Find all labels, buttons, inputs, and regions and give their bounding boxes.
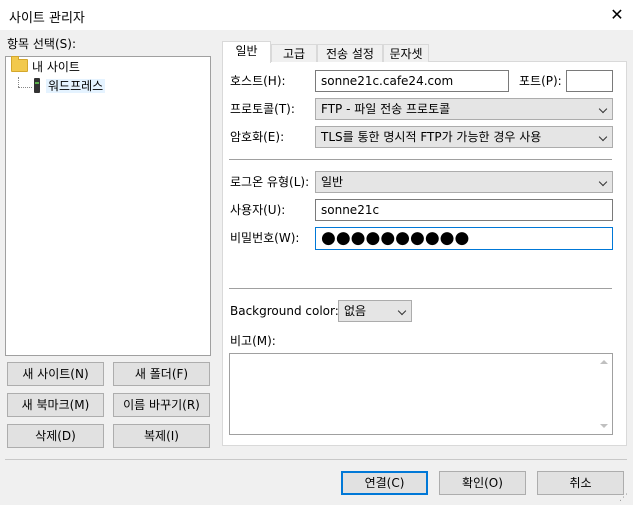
user-label: 사용자(U): xyxy=(230,203,286,217)
logon-type-value: 일반 xyxy=(321,175,344,189)
tree-item-my-sites[interactable]: 내 사이트 xyxy=(11,56,80,75)
tab-advanced[interactable]: 고급 xyxy=(271,44,317,62)
rename-button[interactable]: 이름 바꾸기(R) xyxy=(113,393,210,417)
copy-button[interactable]: 복제(I) xyxy=(113,424,210,448)
background-color-label: Background color: xyxy=(230,304,339,318)
folder-icon xyxy=(11,56,28,72)
new-bookmark-button[interactable]: 새 북마크(M) xyxy=(7,393,104,417)
protocol-label: 프로토콜(T): xyxy=(230,102,295,116)
logon-type-label: 로그온 유형(L): xyxy=(230,175,310,189)
encryption-value: TLS를 통한 명시적 FTP가 가능한 경우 사용 xyxy=(321,130,542,144)
close-icon[interactable]: ✕ xyxy=(604,3,630,27)
ok-button[interactable]: 확인(O) xyxy=(439,471,526,495)
tree-item-label: 내 사이트 xyxy=(32,60,80,74)
title-bar: 사이트 관리자 ✕ xyxy=(0,0,633,30)
port-label: 포트(P): xyxy=(519,74,562,88)
tree-label: 항목 선택(S): xyxy=(7,37,76,51)
encryption-label: 암호화(E): xyxy=(230,130,285,144)
tab-charset[interactable]: 문자셋 xyxy=(383,44,429,62)
port-input[interactable] xyxy=(566,70,613,92)
encryption-select[interactable]: TLS를 통한 명시적 FTP가 가능한 경우 사용 xyxy=(315,126,613,148)
scroll-up-icon[interactable] xyxy=(600,360,608,364)
window-title: 사이트 관리자 xyxy=(9,11,85,26)
tree-item-wordpress[interactable]: 워드프레스 xyxy=(34,78,106,94)
server-icon xyxy=(34,78,40,93)
protocol-value: FTP - 파일 전송 프로토콜 xyxy=(321,102,451,116)
comments-label: 비고(M): xyxy=(230,334,276,348)
tab-transfer-settings[interactable]: 전송 설정 xyxy=(317,44,383,62)
cancel-button[interactable]: 취소 xyxy=(537,471,624,495)
host-label: 호스트(H): xyxy=(230,74,286,88)
separator xyxy=(229,288,612,289)
comments-textarea[interactable] xyxy=(229,353,613,435)
resize-grip-icon[interactable]: ⋰ xyxy=(619,492,631,504)
separator xyxy=(229,159,612,160)
tab-general[interactable]: 일반 xyxy=(222,41,271,63)
delete-button[interactable]: 삭제(D) xyxy=(7,424,104,448)
new-folder-button[interactable]: 새 폴더(F) xyxy=(113,362,210,386)
background-color-select[interactable]: 없음 xyxy=(338,300,412,322)
chevron-down-icon xyxy=(598,104,608,114)
user-input[interactable]: sonne21c xyxy=(315,199,613,221)
logon-type-select[interactable]: 일반 xyxy=(315,171,613,193)
tree-connector xyxy=(18,87,32,89)
chevron-down-icon xyxy=(598,132,608,142)
connect-button[interactable]: 연결(C) xyxy=(341,471,428,495)
scroll-down-icon[interactable] xyxy=(600,424,608,428)
chevron-down-icon xyxy=(598,177,608,187)
host-input[interactable]: sonne21c.cafe24.com xyxy=(315,70,509,92)
password-input[interactable]: ●●●●●●●●●● xyxy=(315,227,613,250)
tree-connector xyxy=(18,77,20,87)
footer-separator xyxy=(5,459,627,460)
protocol-select[interactable]: FTP - 파일 전송 프로토콜 xyxy=(315,98,613,120)
site-tree[interactable]: 내 사이트 워드프레스 xyxy=(5,56,211,356)
chevron-down-icon xyxy=(397,306,407,316)
tree-item-label: 워드프레스 xyxy=(46,79,106,93)
new-site-button[interactable]: 새 사이트(N) xyxy=(7,362,104,386)
password-label: 비밀번호(W): xyxy=(230,231,300,245)
background-color-value: 없음 xyxy=(344,304,367,318)
